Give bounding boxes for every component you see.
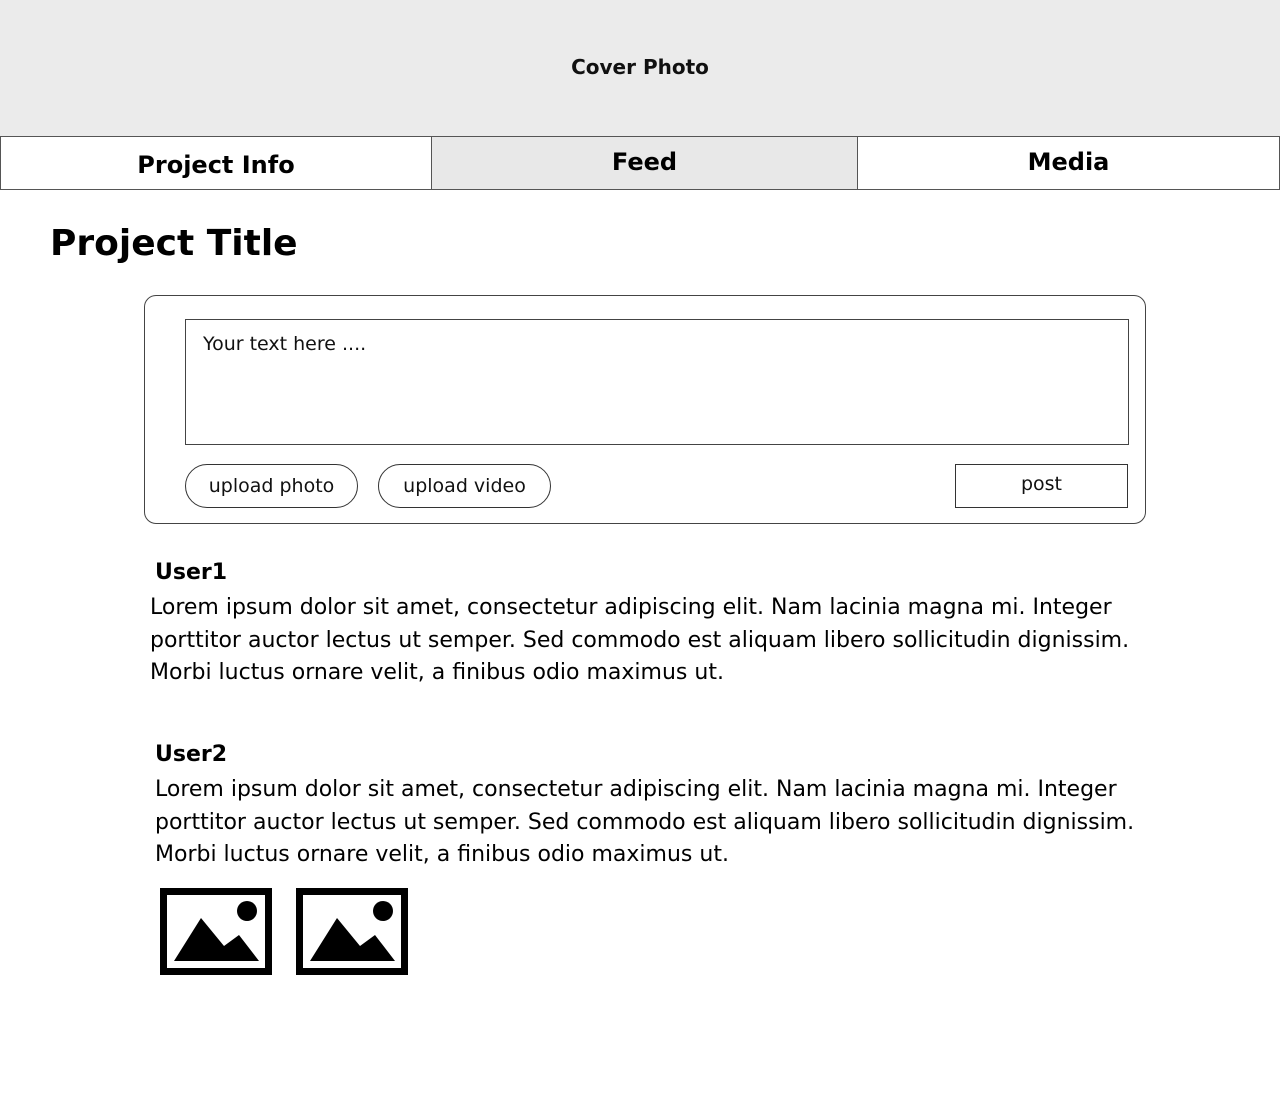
upload-video-button[interactable]: upload video [378, 464, 551, 508]
post-text: Lorem ipsum dolor sit amet, consectetur … [155, 777, 1135, 867]
page-title: Project Title [50, 223, 298, 264]
post-button[interactable]: post [955, 464, 1128, 508]
tab-project-info[interactable]: Project Info [0, 136, 432, 190]
upload-photo-button[interactable]: upload photo [185, 464, 358, 508]
upload-photo-label: upload photo [208, 475, 335, 497]
tab-label: Feed [611, 148, 678, 176]
feed-post: User2 Lorem ipsum dolor sit amet, consec… [155, 739, 1155, 872]
tab-feed[interactable]: Feed [431, 136, 858, 190]
post-button-label: post [1020, 473, 1063, 495]
feed-post: User1 Lorem ipsum dolor sit amet, consec… [150, 557, 1150, 690]
tab-label: Media [1027, 148, 1110, 176]
image-icon[interactable] [160, 888, 272, 975]
post-composer: upload photo upload video post [144, 295, 1146, 524]
cover-photo-label: Cover Photo [571, 55, 709, 79]
post-text: Lorem ipsum dolor sit amet, consectetur … [150, 595, 1130, 685]
cover-photo[interactable]: Cover Photo [0, 0, 1280, 137]
tab-label: Project Info [137, 151, 295, 179]
upload-video-label: upload video [403, 475, 526, 497]
project-page: Cover Photo Project Info Feed Media Proj… [0, 0, 1280, 1100]
post-attachments [160, 888, 408, 975]
tab-media[interactable]: Media [857, 136, 1280, 190]
image-icon[interactable] [296, 888, 408, 975]
post-username[interactable]: User1 [155, 557, 1150, 589]
post-username[interactable]: User2 [155, 739, 1155, 771]
post-text-input[interactable] [185, 319, 1129, 445]
